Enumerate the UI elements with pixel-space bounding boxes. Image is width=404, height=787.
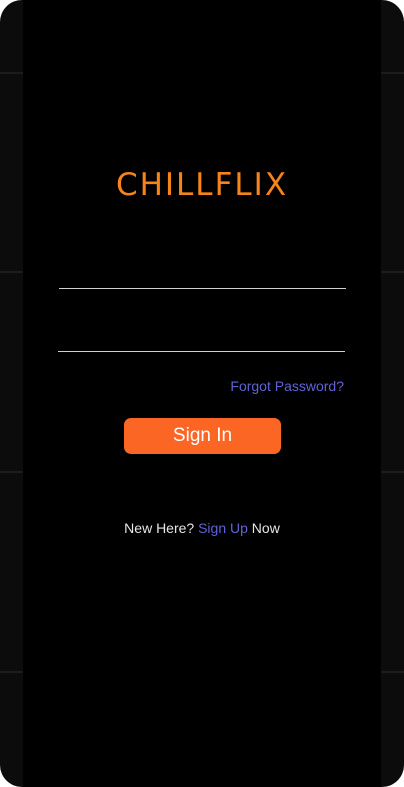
login-screen: CHILLFLIX Forgot Password? Sign In New H… [23, 0, 381, 787]
password-input[interactable] [58, 322, 345, 352]
device-frame: CHILLFLIX Forgot Password? Sign In New H… [0, 0, 404, 787]
now-text: Now [251, 520, 280, 536]
username-input[interactable] [59, 259, 346, 289]
forgot-password-link[interactable]: Forgot Password? [230, 377, 344, 395]
app-logo: CHILLFLIX [115, 167, 289, 203]
sign-up-link[interactable]: Sign Up [198, 520, 248, 536]
new-here-text: New Here? [124, 520, 195, 536]
signup-prompt: New Here? Sign Up Now [23, 519, 381, 537]
sign-in-button[interactable]: Sign In [124, 418, 281, 454]
